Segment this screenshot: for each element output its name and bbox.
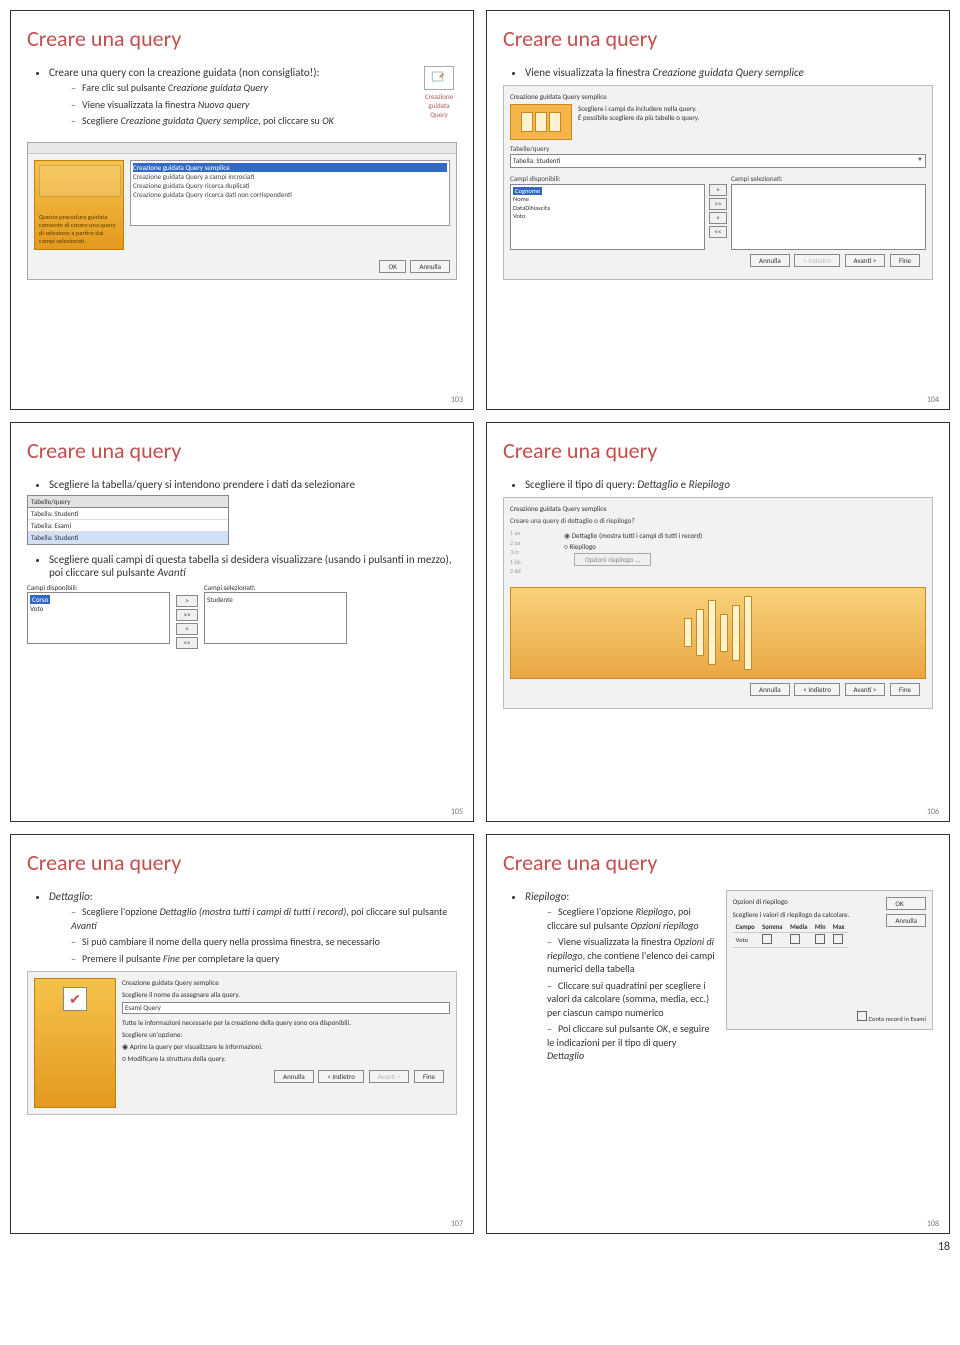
query-type-list[interactable]: Creazione guidata Query semplice Creazio… (130, 160, 450, 226)
riepilogo-radio[interactable]: Riepilogo (564, 542, 926, 551)
slide-title: Creare una query (503, 25, 933, 52)
next-button[interactable]: Avanti > (845, 254, 886, 267)
summary-options-button[interactable]: Opzioni riepilogo ... (574, 553, 651, 566)
wizard-illustration-icon (510, 587, 926, 679)
add-field-button[interactable]: > (709, 184, 727, 196)
count-records-checkbox[interactable]: Conta record in Esami (857, 1011, 926, 1023)
slide-title: Creare una query (27, 849, 457, 876)
selected-fields-list[interactable] (731, 184, 926, 250)
min-checkbox[interactable] (815, 934, 825, 944)
remove-field-button[interactable]: < (709, 212, 727, 224)
slide-108: Creare una query Riepilogo: Scegliere l'… (486, 834, 950, 1234)
tables-dropdown-expanded[interactable]: Tabelle/query Tabella: Studenti Tabella:… (27, 495, 229, 545)
modify-structure-radio[interactable]: Modificare la struttura della query. (122, 1054, 450, 1063)
remove-field-button[interactable]: < (176, 623, 198, 635)
add-all-button[interactable]: >> (709, 198, 727, 210)
slide-number: 106 (927, 807, 939, 817)
wizard-check-icon: ✔ (34, 978, 116, 1108)
finish-button[interactable]: Fine (414, 1070, 444, 1083)
ok-button[interactable]: OK (379, 260, 405, 273)
slide-number: 107 (451, 1219, 463, 1229)
avg-checkbox[interactable] (790, 934, 800, 944)
wizard-dialog: Creazione guidata Query semplice Creare … (503, 497, 933, 709)
nuova-query-dialog: Questa procedura guidata consente di cre… (27, 142, 457, 280)
back-button[interactable]: < Indietro (794, 683, 840, 696)
remove-all-button[interactable]: << (709, 226, 727, 238)
summary-options-table: Campo Somma Media Min Max Voto (733, 922, 849, 948)
max-checkbox[interactable] (833, 934, 843, 944)
add-field-button[interactable]: > (176, 595, 198, 607)
tables-dropdown[interactable]: Tabella: Studenti (510, 154, 926, 168)
next-button[interactable]: Avanti > (845, 683, 886, 696)
slide-title: Creare una query (503, 437, 933, 464)
ok-button[interactable]: OK (886, 897, 926, 910)
slides-grid: Creare una query Creare una query con la… (10, 10, 950, 1234)
wizard-dialog: Creazione guidata Query semplice Sceglie… (503, 85, 933, 280)
slide-104: Creare una query Viene visualizzata la f… (486, 10, 950, 410)
back-button[interactable]: < Indietro (794, 254, 840, 267)
slide-number: 103 (451, 395, 463, 405)
cancel-button[interactable]: Annulla (886, 914, 926, 927)
slide-number: 105 (451, 807, 463, 817)
cancel-button[interactable]: Annulla (274, 1070, 314, 1083)
page-number: 18 (10, 1240, 950, 1254)
dettaglio-radio[interactable]: Dettaglio (mostra tutti i campi di tutti… (564, 531, 926, 540)
query-name-input[interactable]: Esami Query (122, 1002, 450, 1014)
slide-107: Creare una query Dettaglio: Scegliere l'… (10, 834, 474, 1234)
slide-number: 108 (927, 1219, 939, 1229)
slide-105: Creare una query Scegliere la tabella/qu… (10, 422, 474, 822)
cancel-button[interactable]: Annulla (750, 683, 790, 696)
cancel-button[interactable]: Annulla (410, 260, 450, 273)
slide-number: 104 (927, 395, 939, 405)
slide-103: Creare una query Creare una query con la… (10, 10, 474, 410)
back-button[interactable]: < Indietro (318, 1070, 364, 1083)
finish-button[interactable]: Fine (890, 254, 920, 267)
open-query-radio[interactable]: Aprire la query per visualizzare le info… (122, 1042, 450, 1051)
available-fields-list[interactable]: Cognome Nome DataDiNascita Voto (510, 184, 705, 250)
wizard-dialog: ✔ Creazione guidata Query semplice Scegl… (27, 971, 457, 1115)
add-all-button[interactable]: >> (176, 609, 198, 621)
wizard-illustration-icon (510, 104, 572, 140)
bullet-text: Creare una query con la creazione guidat… (49, 66, 320, 79)
creazione-guidata-icon: Creazione guidata Query (421, 66, 457, 119)
next-button[interactable]: Avanti > (369, 1070, 410, 1083)
summary-options-dialog: Opzioni di riepilogo Scegliere i valori … (726, 890, 933, 1030)
remove-all-button[interactable]: << (176, 637, 198, 649)
slide-title: Creare una query (503, 849, 933, 876)
cancel-button[interactable]: Annulla (750, 254, 790, 267)
slide-title: Creare una query (27, 25, 457, 52)
selected-fields-list[interactable]: Studente (204, 592, 347, 644)
slide-title: Creare una query (27, 437, 457, 464)
finish-button[interactable]: Fine (890, 683, 920, 696)
field-picker: Campi disponibili: Corso Voto > >> < << … (27, 583, 347, 649)
available-fields-list[interactable]: Corso Voto (27, 592, 170, 644)
sum-checkbox[interactable] (762, 934, 772, 944)
slide-106: Creare una query Scegliere il tipo di qu… (486, 422, 950, 822)
